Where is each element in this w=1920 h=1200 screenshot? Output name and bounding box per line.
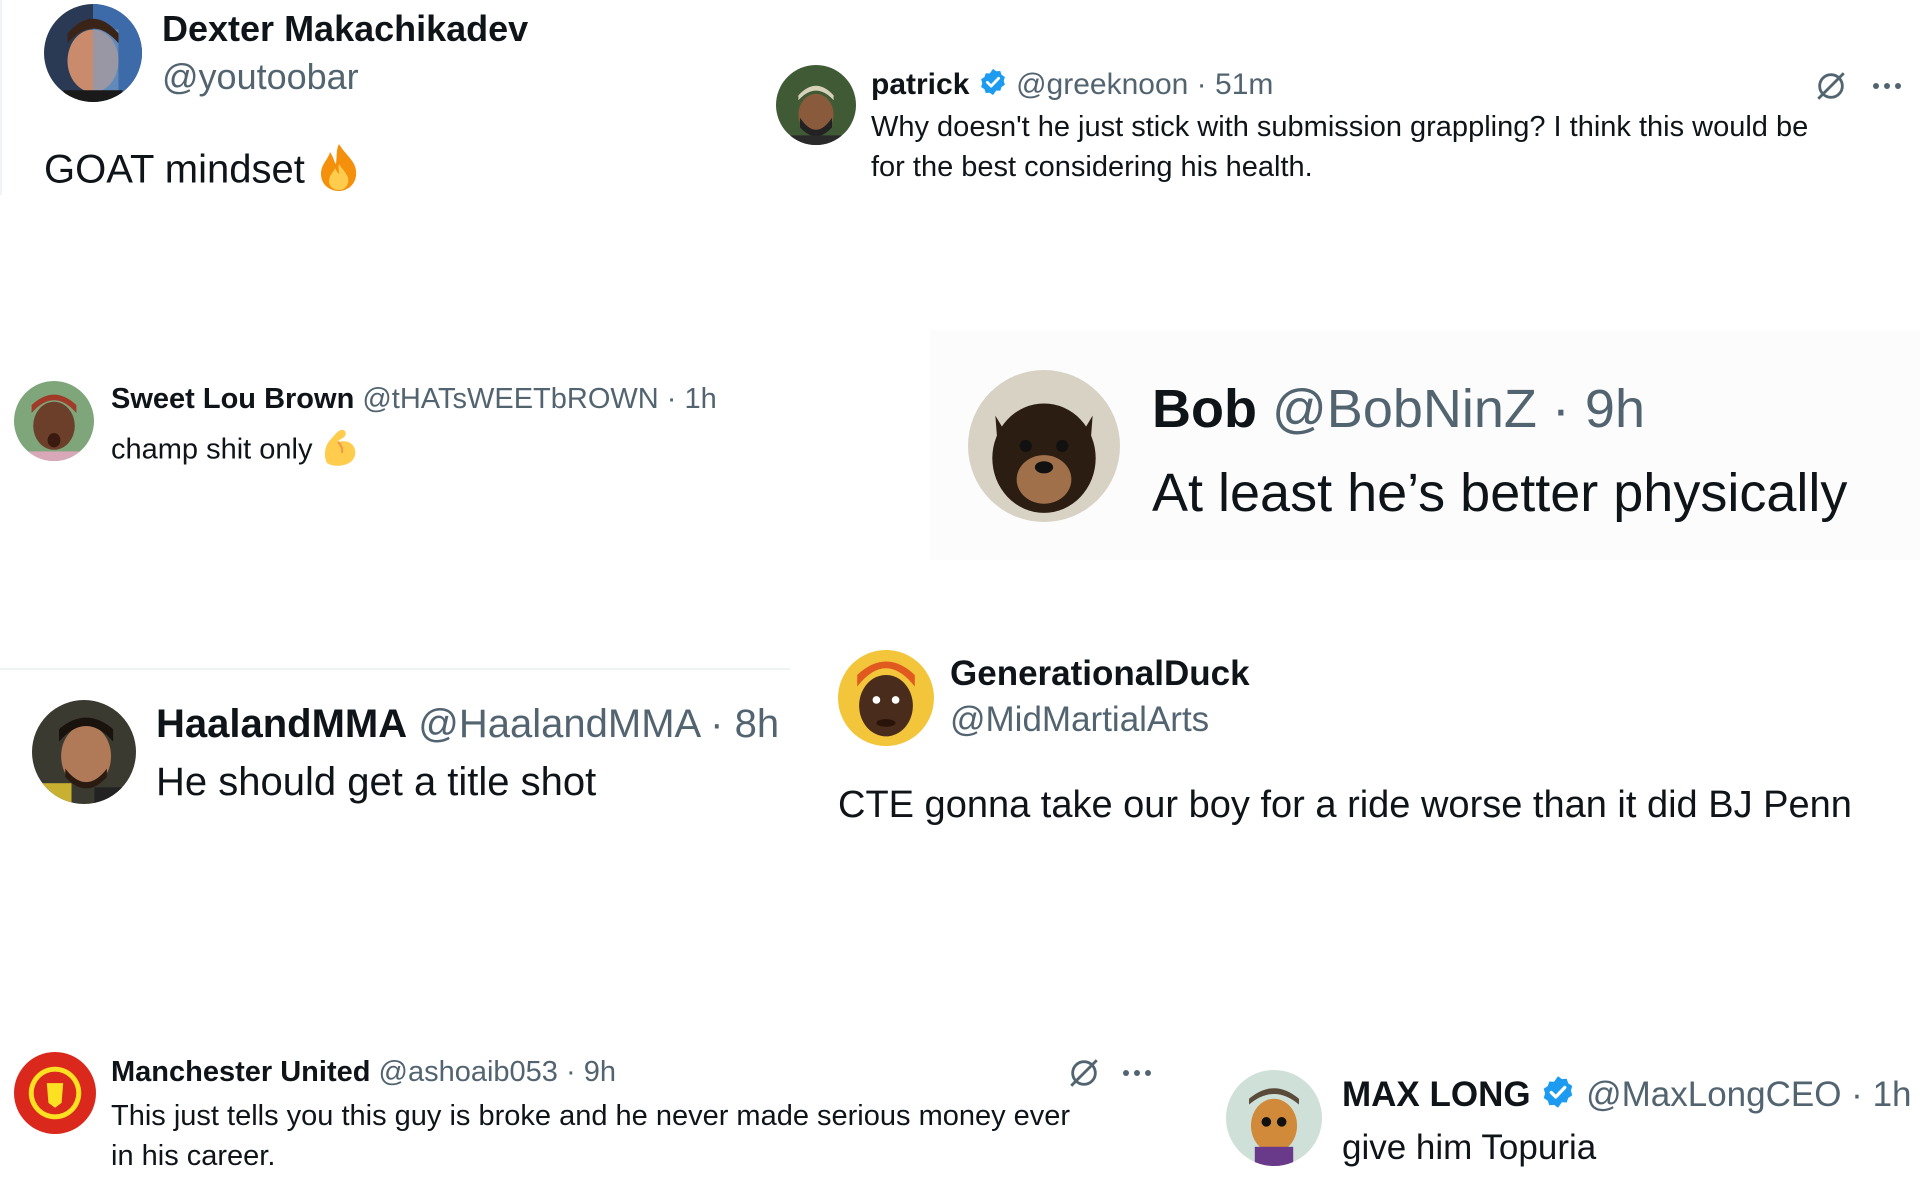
user-handle[interactable]: @ashoaib053 (379, 1056, 558, 1088)
timestamp[interactable]: 1h (1873, 1075, 1912, 1114)
separator-dot: · (710, 702, 724, 746)
tweet-card-max-long: MAX LONG @MaxLongCEO · 1h give him Topur… (1220, 1060, 1920, 1200)
display-name[interactable]: Dexter Makachikadev (162, 8, 528, 50)
avatar[interactable] (14, 1052, 96, 1134)
tweet-text-content: GOAT mindset (44, 147, 305, 192)
timestamp[interactable]: 8h (735, 702, 780, 746)
fire-emoji-icon (316, 142, 362, 202)
timestamp[interactable]: 51m (1215, 68, 1273, 101)
separator-dot: · (566, 1056, 576, 1088)
more-icon[interactable] (1116, 1052, 1158, 1094)
avatar[interactable] (968, 370, 1120, 522)
flexed-biceps-emoji-icon (321, 427, 359, 475)
verified-badge-icon (1540, 1074, 1576, 1119)
separator-dot: · (1851, 1074, 1863, 1114)
tweet-card-sweet-lou-brown: Sweet Lou Brown @tHATsWEETbROWN · 1h cha… (0, 375, 900, 485)
tweet-text-line-2: for the best considering his health. (871, 151, 1313, 183)
tweet-text-line-2: in his career. (111, 1140, 276, 1172)
tweet-header: patrick @greeknoon · 51m (871, 67, 1273, 105)
tweet-card-haalandmma: HaalandMMA @HaalandMMA · 8h He should ge… (0, 690, 800, 820)
display-name[interactable]: patrick (871, 68, 969, 101)
avatar[interactable] (776, 65, 856, 145)
user-handle[interactable]: @greeknoon (1016, 68, 1188, 101)
tweet-text: At least he’s better physically (1152, 463, 1848, 523)
tweet-header: Sweet Lou Brown @tHATsWEETbROWN · 1h (111, 383, 717, 416)
tweet-header: MAX LONG @MaxLongCEO · 1h (1342, 1074, 1912, 1119)
user-handle[interactable]: @MidMartialArts (950, 700, 1209, 740)
user-handle[interactable]: @youtoobar (162, 56, 359, 98)
timestamp[interactable]: 1h (685, 383, 717, 415)
tweet-text: CTE gonna take our boy for a ride worse … (838, 784, 1852, 826)
card-left-border (0, 0, 2, 195)
tweet-text-line-1: Why doesn't he just stick with submissio… (871, 111, 1809, 143)
avatar[interactable] (44, 4, 142, 102)
tweet-text-line-1: This just tells you this guy is broke an… (111, 1100, 1071, 1132)
display-name[interactable]: GenerationalDuck (950, 654, 1250, 694)
tweet-card-patrick: patrick @greeknoon · 51m Why doesn't he … (760, 55, 1910, 205)
user-handle[interactable]: @BobNinZ (1272, 379, 1537, 439)
display-name[interactable]: MAX LONG (1342, 1075, 1531, 1114)
display-name[interactable]: Manchester United (111, 1056, 370, 1088)
tweet-text: give him Topuria (1342, 1128, 1597, 1167)
tweet-header: Manchester United @ashoaib053 · 9h (111, 1056, 616, 1089)
tweet-card-dexter: Dexter Makachikadev @youtoobar GOAT mind… (0, 0, 640, 200)
avatar[interactable] (1226, 1070, 1322, 1166)
tweet-card-generationalduck: GenerationalDuck @MidMartialArts CTE gon… (820, 640, 1920, 840)
user-handle[interactable]: @HaalandMMA (418, 702, 699, 746)
timestamp[interactable]: 9h (1585, 379, 1645, 439)
separator-dot: · (1551, 379, 1570, 439)
timestamp[interactable]: 9h (584, 1056, 616, 1088)
user-handle[interactable]: @MaxLongCEO (1586, 1075, 1841, 1114)
tweet-text: GOAT mindset (44, 142, 362, 202)
section-divider (0, 668, 790, 670)
display-name[interactable]: HaalandMMA (156, 702, 407, 746)
tweet-card-bob: Bob @BobNinZ · 9h At least he’s better p… (930, 330, 1920, 560)
display-name[interactable]: Bob (1152, 379, 1257, 439)
tweet-card-manchester-united: Manchester United @ashoaib053 · 9h This … (0, 1040, 1180, 1200)
tweet-text: champ shit only (111, 427, 359, 475)
tweet-text: He should get a title shot (156, 760, 597, 804)
grok-icon[interactable] (1063, 1052, 1105, 1094)
tweet-header: HaalandMMA @HaalandMMA · 8h (156, 702, 779, 747)
verified-badge-icon (978, 67, 1008, 105)
user-handle[interactable]: @tHATsWEETbROWN (362, 383, 658, 415)
separator-dot: · (1196, 67, 1207, 101)
separator-dot: · (666, 383, 677, 415)
avatar[interactable] (838, 650, 934, 746)
display-name[interactable]: Sweet Lou Brown (111, 383, 354, 415)
grok-icon[interactable] (1810, 65, 1852, 107)
tweet-text-content: champ shit only (111, 433, 313, 466)
avatar[interactable] (32, 700, 136, 804)
tweet-header: Bob @BobNinZ · 9h (1152, 378, 1645, 440)
avatar[interactable] (14, 381, 94, 461)
more-icon[interactable] (1866, 65, 1908, 107)
